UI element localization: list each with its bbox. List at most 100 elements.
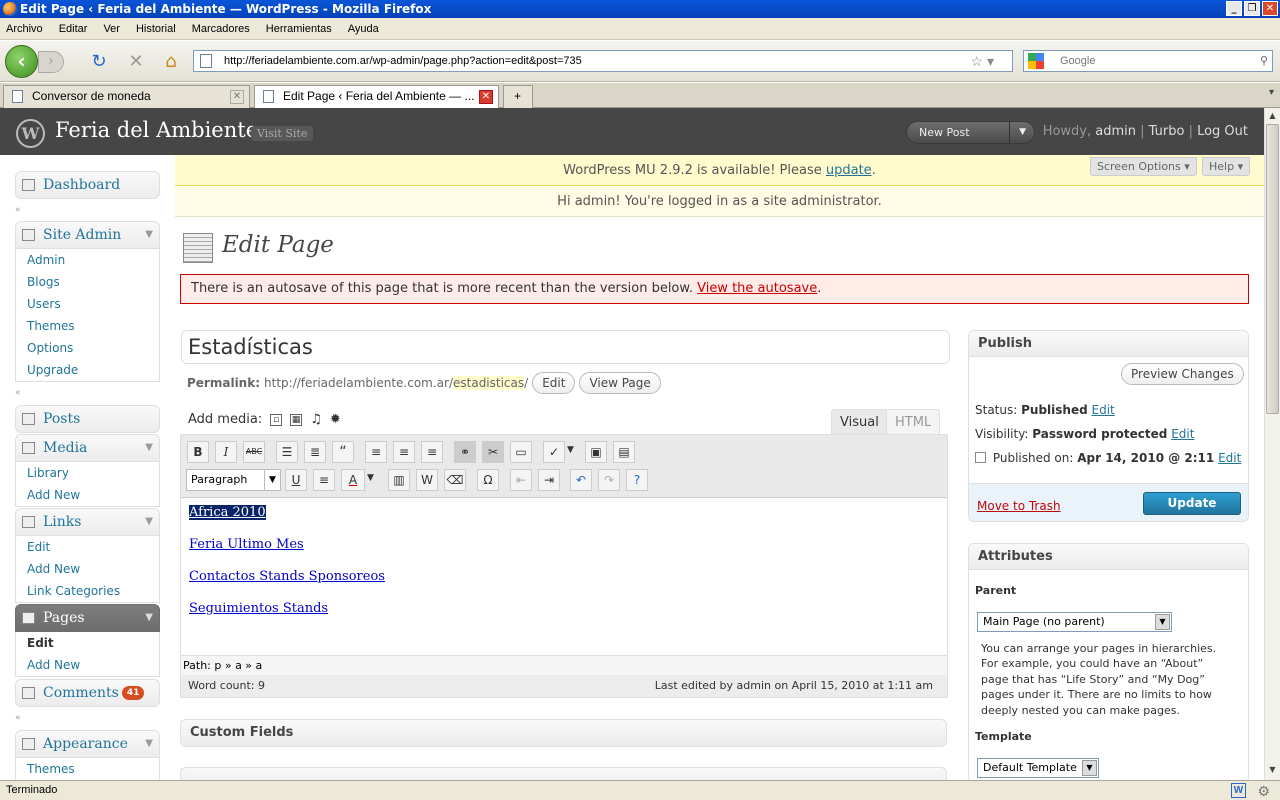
reload-icon[interactable]: ↻	[88, 51, 110, 73]
minimize-button[interactable]: _	[1226, 1, 1242, 16]
collapse-arrow-icon[interactable]: «	[15, 206, 23, 215]
stop-icon[interactable]: ✕	[125, 51, 147, 73]
chevron-down-icon[interactable]: ▼	[145, 222, 153, 248]
italic-button[interactable]: I	[215, 441, 237, 463]
update-link[interactable]: update	[826, 163, 872, 178]
magnifier-icon[interactable]: ⚲	[1260, 51, 1268, 71]
unlink-button[interactable]: ✂	[482, 441, 504, 463]
chevron-down-icon[interactable]: ▼	[145, 435, 153, 461]
text-color-dropdown-icon[interactable]: ▼	[367, 473, 374, 483]
sidebar-item-dashboard[interactable]: Dashboard	[15, 171, 160, 199]
close-tab-icon[interactable]: ✕	[479, 90, 493, 104]
sidebar-item-appearance[interactable]: Appearance ▼	[15, 730, 160, 758]
align-right-button[interactable]: ≡	[421, 441, 443, 463]
submenu-library[interactable]: Library	[16, 462, 159, 484]
submenu-pages-add-new[interactable]: Add New	[16, 654, 159, 676]
text-color-button[interactable]: A	[341, 469, 365, 491]
tab-conversor[interactable]: Conversor de moneda ✕	[3, 85, 250, 108]
redo-button[interactable]: ↷	[598, 469, 620, 491]
menu-archivo[interactable]: Archivo	[6, 23, 43, 35]
add-image-icon[interactable]: ▫	[270, 413, 283, 426]
view-autosave-link[interactable]: View the autosave	[697, 281, 817, 296]
tab-visual[interactable]: Visual	[831, 409, 888, 435]
undo-button[interactable]: ↶	[570, 469, 592, 491]
screen-options-button[interactable]: Screen Options ▾	[1090, 157, 1197, 176]
chevron-down-icon[interactable]: ▼	[145, 605, 153, 631]
format-select[interactable]: Paragraph ▼	[186, 469, 281, 491]
add-audio-icon[interactable]: ♫	[310, 412, 322, 427]
sidebar-item-comments[interactable]: Comments 41	[15, 679, 160, 707]
submenu-appearance-themes[interactable]: Themes	[16, 758, 159, 780]
sidebar-item-site-admin[interactable]: Site Admin ▼	[15, 221, 160, 249]
bullet-list-button[interactable]: ☰	[276, 441, 298, 463]
maximize-button[interactable]: ❐	[1244, 1, 1260, 16]
tab-edit-page[interactable]: Edit Page ‹ Feria del Ambiente — ... ✕	[254, 85, 499, 109]
chevron-down-icon[interactable]: ▼	[145, 509, 153, 535]
sidebar-item-pages[interactable]: Pages ▼	[15, 604, 160, 632]
edit-permalink-button[interactable]: Edit	[532, 372, 576, 394]
edit-status-link[interactable]: Edit	[1092, 403, 1115, 417]
help-circle-icon[interactable]: ?	[626, 469, 648, 491]
url-input[interactable]: http://feriadelambiente.com.ar/wp-admin/…	[193, 50, 1013, 72]
editor-content[interactable]: Africa 2010 Feria Ultimo Mes Contactos S…	[189, 505, 385, 633]
content-link[interactable]: Feria Ultimo Mes	[189, 537, 304, 552]
parent-select[interactable]: Main Page (no parent) ▼	[977, 612, 1172, 632]
sidebar-item-media[interactable]: Media ▼	[15, 434, 160, 462]
fullscreen-button[interactable]: ▣	[585, 441, 607, 463]
submenu-links-add-new[interactable]: Add New	[16, 558, 159, 580]
logout-link[interactable]: Log Out	[1197, 124, 1248, 139]
align-left-button[interactable]: ≡	[365, 441, 387, 463]
back-button[interactable]: ‹	[5, 45, 38, 78]
add-video-icon[interactable]: ▦	[290, 413, 303, 426]
content-link[interactable]: Contactos Stands Sponsoreos	[189, 569, 385, 584]
menu-ayuda[interactable]: Ayuda	[348, 23, 379, 35]
publish-title[interactable]: Publish	[969, 331, 1248, 357]
submenu-links-edit[interactable]: Edit	[16, 536, 159, 558]
template-select[interactable]: Default Template ▼	[977, 758, 1099, 778]
content-link[interactable]: Africa 2010	[189, 505, 266, 520]
scroll-thumb[interactable]	[1266, 124, 1279, 414]
tab-html[interactable]: HTML	[886, 409, 941, 435]
page-title-input[interactable]: Estadísticas	[181, 330, 950, 364]
preview-changes-button[interactable]: Preview Changes	[1121, 363, 1244, 385]
remove-format-button[interactable]: ⌫	[444, 469, 466, 491]
permalink-slug[interactable]: estadisticas	[453, 376, 525, 390]
submenu-themes[interactable]: Themes	[16, 315, 159, 337]
attributes-title[interactable]: Attributes	[969, 544, 1248, 570]
insert-link-button[interactable]: ⚭	[454, 441, 476, 463]
menu-marcadores[interactable]: Marcadores	[192, 23, 250, 35]
menu-editar[interactable]: Editar	[59, 23, 88, 35]
bold-button[interactable]: B	[187, 441, 209, 463]
collapse-arrow-icon[interactable]: «	[15, 389, 23, 398]
blockquote-button[interactable]: “	[332, 441, 354, 463]
edit-date-link[interactable]: Edit	[1218, 451, 1241, 465]
custom-fields-box[interactable]: Custom Fields	[180, 719, 947, 747]
user-link[interactable]: admin	[1095, 124, 1136, 139]
underline-button[interactable]: U	[285, 469, 307, 491]
wordpress-addon-icon[interactable]: W	[1231, 783, 1246, 798]
close-tab-icon[interactable]: ✕	[230, 90, 244, 104]
update-button[interactable]: Update	[1143, 492, 1241, 515]
submenu-upgrade[interactable]: Upgrade	[16, 359, 159, 381]
view-page-button[interactable]: View Page	[579, 372, 661, 394]
forward-button[interactable]: ›	[38, 51, 64, 73]
outdent-button[interactable]: ⇤	[510, 469, 532, 491]
paste-word-button[interactable]: W	[416, 469, 438, 491]
chevron-down-icon[interactable]: ▼	[145, 731, 153, 757]
justify-button[interactable]: ≡	[313, 469, 335, 491]
indent-button[interactable]: ⇥	[538, 469, 560, 491]
tab-list-icon[interactable]: ▾	[1269, 87, 1274, 98]
collapse-arrow-icon[interactable]: «	[15, 714, 23, 723]
bookmark-star-icon[interactable]: ☆ ▾	[971, 51, 994, 71]
special-char-button[interactable]: Ω	[477, 469, 499, 491]
menu-herramientas[interactable]: Herramientas	[266, 23, 332, 35]
sidebar-item-links[interactable]: Links ▼	[15, 508, 160, 536]
align-center-button[interactable]: ≡	[393, 441, 415, 463]
menu-historial[interactable]: Historial	[136, 23, 176, 35]
content-link[interactable]: Seguimientos Stands	[189, 601, 328, 616]
paste-text-button[interactable]: ▥	[388, 469, 410, 491]
chevron-down-icon[interactable]: ▼	[1019, 122, 1026, 143]
scroll-up-icon[interactable]: ▲	[1266, 109, 1279, 123]
submenu-options[interactable]: Options	[16, 337, 159, 359]
turbo-link[interactable]: Turbo	[1149, 124, 1185, 139]
